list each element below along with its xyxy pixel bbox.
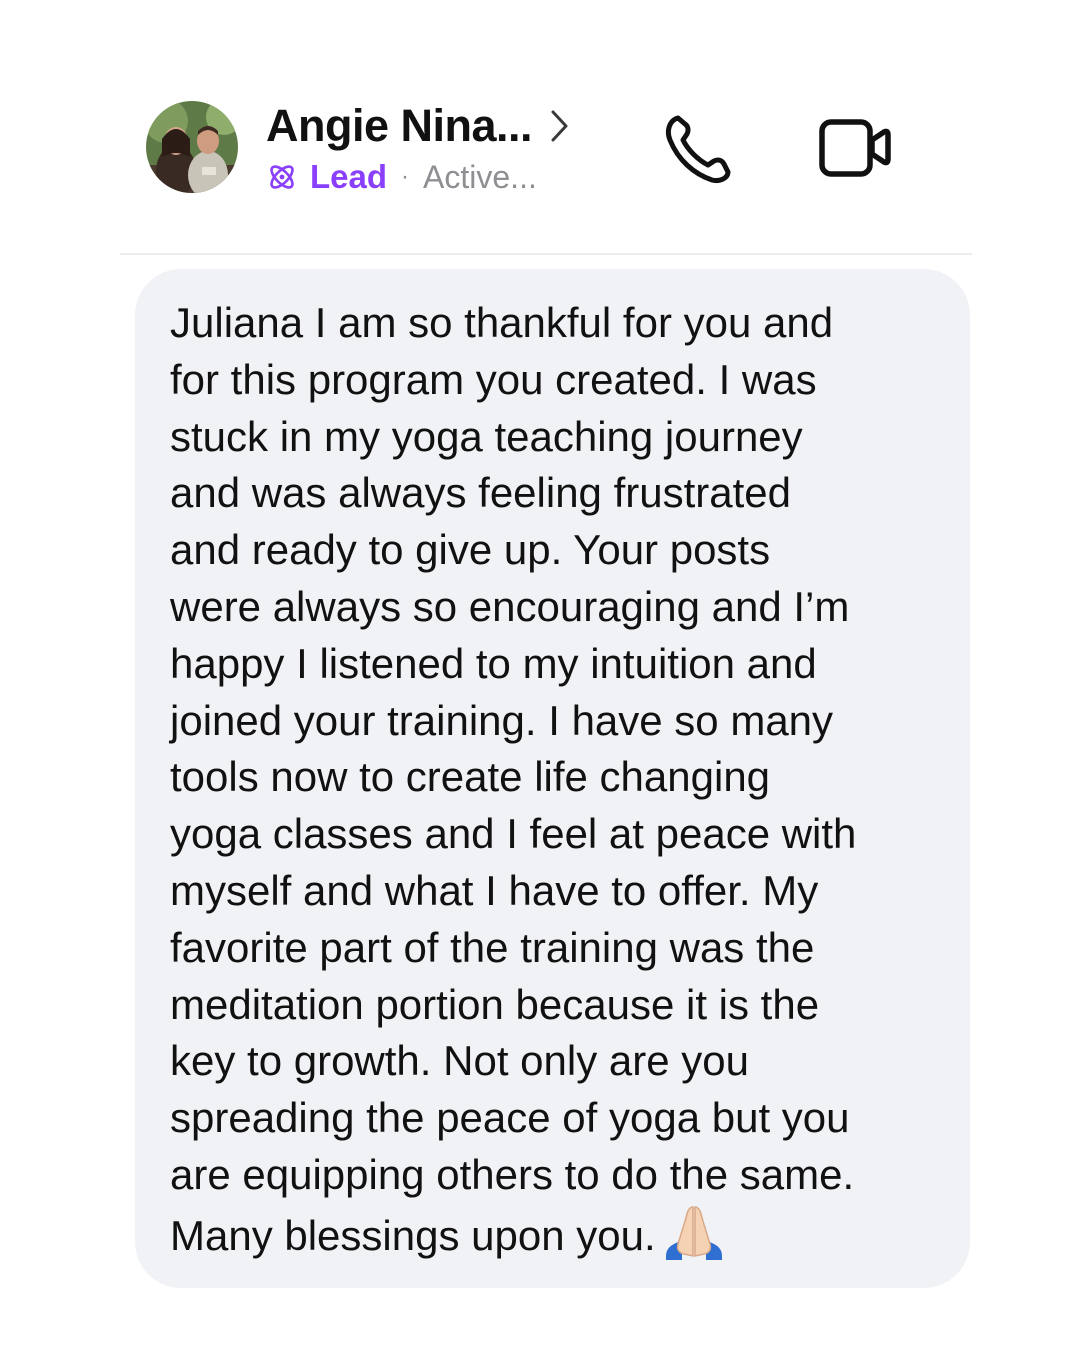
separator-dot: · xyxy=(401,163,410,190)
header-divider xyxy=(120,253,972,255)
phone-icon[interactable] xyxy=(658,108,738,188)
video-camera-icon[interactable] xyxy=(814,112,894,182)
avatar[interactable] xyxy=(146,101,238,193)
contact-name[interactable]: Angie Nina... xyxy=(266,100,533,152)
lead-tag-label: Lead xyxy=(310,158,388,195)
message-body: Juliana I am so thankful for you and for… xyxy=(170,299,857,1259)
message-bubble[interactable]: Juliana I am so thankful for you and for… xyxy=(135,269,970,1288)
folded-hands-emoji xyxy=(665,1205,722,1260)
message-text: Juliana I am so thankful for you and for… xyxy=(170,295,940,1265)
chevron-right-icon[interactable] xyxy=(550,109,570,143)
activity-status: Active... xyxy=(423,158,537,195)
conversation-header: Angie Nina... Lead · Active... xyxy=(0,0,1080,254)
lead-atom-icon xyxy=(270,165,294,189)
